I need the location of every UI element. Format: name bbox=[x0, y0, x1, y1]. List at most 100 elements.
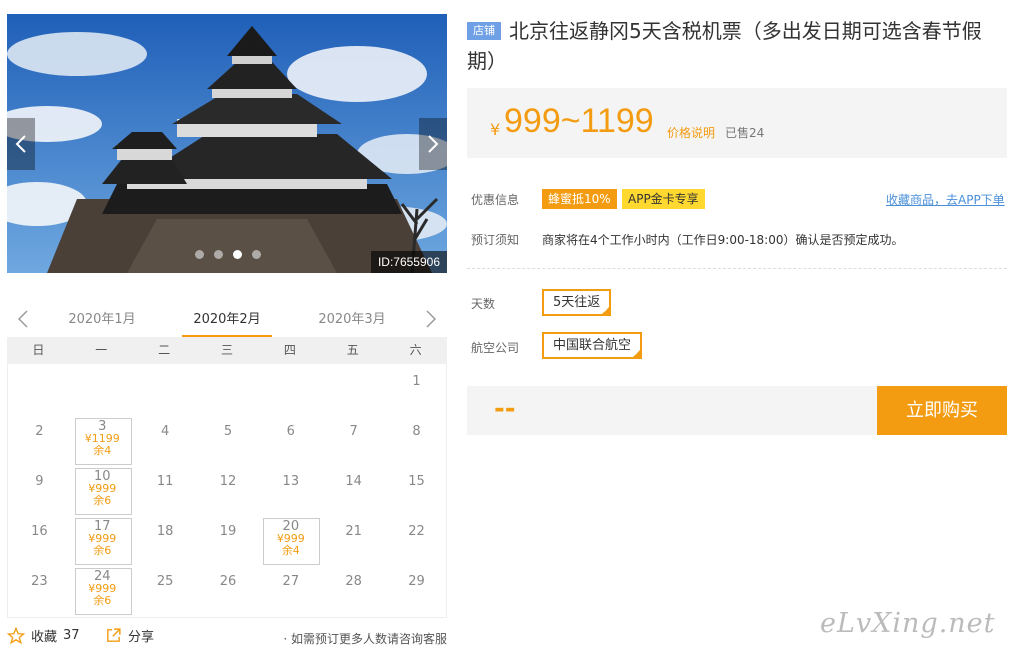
calendar-day: 16 bbox=[8, 516, 71, 566]
day-number: 29 bbox=[408, 574, 425, 589]
weekday-label: 四 bbox=[283, 343, 296, 357]
action-bar: 收藏 37 分享 · 如需预订更多人数请咨询客服 bbox=[7, 626, 447, 650]
calendar-day: 23 bbox=[8, 566, 71, 616]
day-number: 5 bbox=[223, 424, 233, 439]
favorite-label: 收藏 bbox=[31, 630, 58, 645]
day-number: 27 bbox=[282, 574, 300, 589]
day-number: 26 bbox=[219, 574, 237, 589]
day-number: 6 bbox=[286, 424, 295, 439]
calendar-day: 2 bbox=[8, 416, 71, 466]
calendar-day: 1 bbox=[385, 366, 448, 416]
booking-label: 预订须知 bbox=[471, 233, 520, 247]
day-number: 25 bbox=[156, 574, 174, 589]
calendar-day: 25 bbox=[134, 566, 197, 616]
day-stock: 余4 bbox=[93, 444, 112, 457]
check-icon: ✓ bbox=[634, 349, 641, 357]
calendar-day: 6 bbox=[259, 416, 322, 466]
chevron-right-icon bbox=[428, 135, 439, 153]
castle-photo bbox=[7, 14, 447, 273]
calendar-day-available[interactable]: 20 ¥999 余4 bbox=[259, 516, 322, 566]
month-tab-mar[interactable]: 2020年3月 bbox=[312, 308, 392, 327]
carousel-next-button[interactable] bbox=[419, 118, 447, 170]
day-number: 13 bbox=[282, 474, 300, 489]
airline-option-selected[interactable]: 中国联合航空 ✓ bbox=[542, 332, 643, 359]
calendar-day-available[interactable]: 24 ¥999 余6 bbox=[71, 566, 134, 616]
consult-note: · 如需预订更多人数请咨询客服 bbox=[283, 632, 447, 646]
day-number: 22 bbox=[408, 524, 425, 539]
day-number: 20 bbox=[282, 519, 300, 534]
chevron-right-icon bbox=[426, 310, 436, 328]
weekday-label: 二 bbox=[158, 343, 171, 357]
check-icon: ✓ bbox=[603, 306, 610, 314]
day-number: 14 bbox=[345, 474, 362, 489]
weekday-label: 三 bbox=[221, 343, 234, 357]
day-number: 2 bbox=[35, 424, 44, 439]
price-box: ¥ 999~1199 价格说明 已售24 bbox=[467, 88, 1007, 158]
price-range: 999~1199 bbox=[504, 102, 654, 140]
price-note-link[interactable]: 价格说明 bbox=[667, 124, 715, 141]
calendar-day-available[interactable]: 17 ¥999 余6 bbox=[71, 516, 134, 566]
share-button[interactable]: 分享 bbox=[105, 626, 154, 645]
calendar-day: 5 bbox=[197, 416, 260, 466]
day-number: 17 bbox=[93, 519, 111, 534]
day-number: 7 bbox=[349, 424, 358, 439]
favorite-button[interactable]: 收藏 37 bbox=[7, 626, 80, 645]
day-number: 9 bbox=[35, 474, 44, 489]
carousel-dots bbox=[195, 250, 261, 259]
day-stock: 余6 bbox=[93, 544, 112, 557]
day-number: 24 bbox=[93, 569, 111, 584]
product-title-block: 店铺 北京往返静冈5天含税机票（多出发日期可选含春节假期） bbox=[467, 16, 1007, 76]
calendar-day: 14 bbox=[322, 466, 385, 516]
buy-now-button[interactable]: 立即购买 bbox=[877, 386, 1007, 435]
divider bbox=[467, 268, 1007, 269]
day-stock: 余6 bbox=[93, 494, 112, 507]
total-price: -- bbox=[494, 394, 516, 424]
watermark-text: eLvXing.net bbox=[820, 608, 996, 639]
booking-notice: 商家将在4个工作小时内（工作日9:00-18:00）确认是否预定成功。 bbox=[542, 233, 904, 247]
calendar-day: 22 bbox=[385, 516, 448, 566]
chevron-left-icon bbox=[18, 310, 28, 328]
weekday-header: 日 一 二 三 四 五 六 bbox=[7, 337, 447, 364]
next-month-button[interactable] bbox=[421, 308, 441, 330]
airline-option-value: 中国联合航空 bbox=[553, 338, 632, 353]
calendar-day: 27 bbox=[259, 566, 322, 616]
calendar-day: 4 bbox=[134, 416, 197, 466]
star-icon bbox=[7, 626, 25, 644]
weekday-label: 六 bbox=[409, 343, 422, 357]
carousel-dot[interactable] bbox=[195, 250, 204, 259]
calendar-day: 28 bbox=[322, 566, 385, 616]
carousel-dot[interactable] bbox=[252, 250, 261, 259]
day-number: 19 bbox=[219, 524, 237, 539]
weekday-label: 五 bbox=[346, 343, 359, 357]
month-tab-feb[interactable]: 2020年2月 bbox=[187, 308, 267, 327]
collect-app-link[interactable]: 收藏商品，去APP下单 bbox=[886, 191, 1005, 208]
calendar-day: 13 bbox=[259, 466, 322, 516]
calendar-day-available[interactable]: 3 ¥1199 余4 bbox=[71, 416, 134, 466]
day-number: 16 bbox=[31, 524, 48, 539]
day-number: 28 bbox=[345, 574, 362, 589]
calendar-day: 12 bbox=[197, 466, 260, 516]
carousel-dot[interactable] bbox=[214, 250, 223, 259]
favorite-count: 37 bbox=[63, 628, 80, 643]
share-icon bbox=[107, 628, 121, 642]
airline-label: 航空公司 bbox=[471, 341, 520, 355]
carousel-dot-active[interactable] bbox=[233, 250, 242, 259]
month-tab-jan[interactable]: 2020年1月 bbox=[62, 308, 142, 327]
calendar-grid: 1 2 3 ¥1199 余4 4 5 6 7 8 9 10 ¥999 余6 11 12 13 14 15 16 17 ¥9… bbox=[7, 364, 447, 618]
day-number: 4 bbox=[160, 424, 170, 439]
promo-tag-honey: 蜂蜜抵10% bbox=[542, 189, 617, 209]
carousel-prev-button[interactable] bbox=[7, 118, 35, 170]
prev-month-button[interactable] bbox=[13, 308, 33, 330]
day-number: 12 bbox=[219, 474, 237, 489]
day-number: 11 bbox=[156, 474, 174, 489]
calendar-day: 7 bbox=[322, 416, 385, 466]
currency-symbol: ¥ bbox=[490, 120, 501, 139]
promo-tag-app-gold: APP金卡专享 bbox=[622, 189, 705, 209]
product-image-carousel[interactable]: ID:7655906 bbox=[7, 14, 447, 273]
weekday-label: 日 bbox=[32, 343, 45, 357]
calendar-day: 26 bbox=[197, 566, 260, 616]
day-number: 15 bbox=[408, 474, 425, 489]
days-option-selected[interactable]: 5天往返 ✓ bbox=[542, 289, 612, 316]
calendar-day-available[interactable]: 10 ¥999 余6 bbox=[71, 466, 134, 516]
day-number: 8 bbox=[412, 424, 421, 439]
